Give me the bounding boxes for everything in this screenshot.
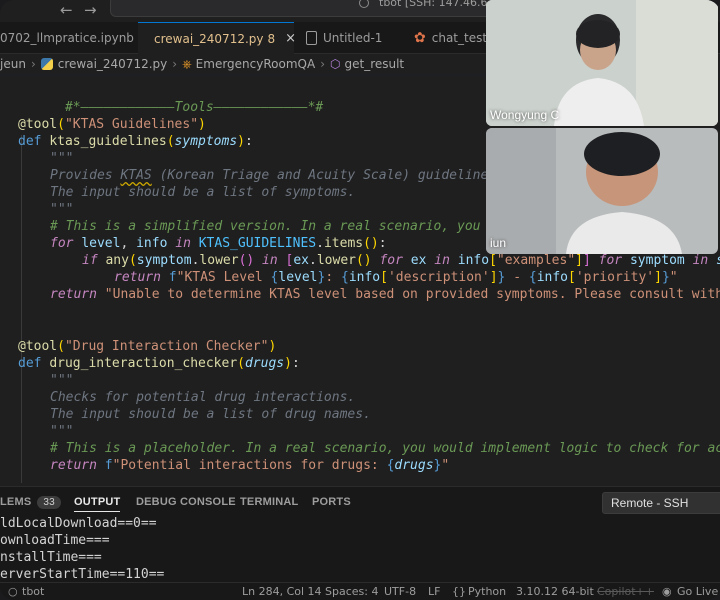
output-line: ldLocalDownload==0== bbox=[0, 516, 157, 531]
bottom-panel: LEMS 33 OUTPUT DEBUG CONSOLE TERMINAL POR… bbox=[0, 486, 720, 582]
output-line: ownloadTime=== bbox=[0, 533, 110, 548]
status-copilot[interactable]: Copilot++ bbox=[597, 585, 654, 598]
tab-label: crewai_240712.py bbox=[154, 31, 264, 46]
code-line: # This is a simplified version. In a rea… bbox=[50, 219, 497, 234]
code-line: The input should be a list of symptoms. bbox=[50, 185, 356, 200]
problems-count: 8 bbox=[267, 31, 276, 46]
forward-arrow-icon[interactable]: → bbox=[84, 1, 97, 19]
status-go-live[interactable]: Go Live bbox=[677, 585, 718, 598]
breadcrumb-folder[interactable]: jeun bbox=[0, 57, 26, 71]
breadcrumb-file[interactable]: crewai_240712.py bbox=[58, 57, 168, 71]
tab-label: Untitled-1 bbox=[323, 31, 383, 45]
tab-terminal[interactable]: TERMINAL bbox=[240, 496, 298, 508]
vscode-window: ← → tbot [SSH: 147.46.62.42:53022] 0702_… bbox=[0, 0, 720, 600]
status-encoding[interactable]: UTF-8 bbox=[384, 585, 416, 598]
command-center-search[interactable]: tbot [SSH: 147.46.62.42:53022] bbox=[110, 0, 555, 17]
output-channel-select[interactable]: Remote - SSH bbox=[602, 492, 720, 514]
code-line: return "Unable to determine KTAS level b… bbox=[50, 287, 720, 302]
breadcrumb-method[interactable]: get_result bbox=[344, 57, 404, 71]
code-line: @tool("KTAS Guidelines") bbox=[18, 117, 206, 132]
jupyter-icon: ✿ bbox=[414, 30, 426, 46]
remote-indicator-icon[interactable]: ○ bbox=[8, 585, 18, 598]
output-line: erverStartTime==110== bbox=[0, 567, 165, 582]
code-line: """ bbox=[50, 373, 74, 388]
class-symbol-icon: ⎈ bbox=[182, 56, 192, 71]
status-eol[interactable]: LF bbox=[428, 585, 440, 598]
problems-badge: 33 bbox=[37, 496, 61, 509]
braces-icon: {} bbox=[452, 585, 466, 598]
tab-output[interactable]: OUTPUT bbox=[74, 496, 121, 512]
output-line: nstallTime=== bbox=[0, 550, 102, 565]
video-tile-2[interactable]: iun bbox=[486, 128, 718, 254]
status-language[interactable]: Python bbox=[468, 585, 506, 598]
video-tile-1[interactable]: Wongyung C bbox=[486, 0, 718, 126]
code-line: """ bbox=[50, 424, 74, 439]
python-file-icon bbox=[40, 58, 53, 70]
code-line: #*————————————Tools————————————*# bbox=[64, 100, 324, 115]
tab-crewai[interactable]: crewai_240712.py 8 × bbox=[138, 22, 296, 54]
participant-name: iun bbox=[490, 236, 507, 250]
participant-video-2 bbox=[486, 128, 718, 254]
code-line: # This is a placeholder. In a real scena… bbox=[50, 441, 720, 456]
code-line: Checks for potential drug interactions. bbox=[50, 390, 356, 405]
tab-debug-console[interactable]: DEBUG CONSOLE bbox=[136, 496, 236, 508]
chevron-right-icon: › bbox=[30, 57, 36, 71]
tab-label: 0702_llmpratice.ipynb bbox=[0, 31, 134, 45]
status-indentation[interactable]: Spaces: 4 bbox=[325, 585, 378, 598]
back-arrow-icon[interactable]: ← bbox=[60, 1, 73, 19]
code-line: def ktas_guidelines(symptoms): bbox=[18, 134, 253, 149]
tab-ports[interactable]: PORTS bbox=[312, 496, 351, 508]
status-workspace[interactable]: tbot bbox=[22, 585, 44, 598]
code-line: return f"Potential interactions for drug… bbox=[50, 458, 450, 473]
search-icon bbox=[359, 0, 369, 8]
indent-guide bbox=[21, 373, 22, 483]
status-interpreter[interactable]: 3.10.12 64-bit bbox=[516, 585, 594, 598]
tab-label: chat_test.i bbox=[431, 31, 495, 45]
code-line: """ bbox=[50, 202, 74, 217]
close-icon[interactable]: × bbox=[285, 31, 296, 46]
tab-notebook[interactable]: 0702_llmpratice.ipynb bbox=[0, 22, 138, 54]
code-line: if any(symptom.lower() in [ex.lower() fo… bbox=[82, 253, 720, 268]
breadcrumb-class[interactable]: EmergencyRoomQA bbox=[196, 57, 316, 71]
code-line: """ bbox=[50, 151, 74, 166]
status-cursor-position[interactable]: Ln 284, Col 14 bbox=[242, 585, 322, 598]
broadcast-icon: ◉ bbox=[662, 585, 672, 598]
code-line: return f"KTAS Level {level}: {info['desc… bbox=[114, 270, 678, 285]
chevron-right-icon: › bbox=[320, 57, 325, 71]
code-line: Provides KTAS (Korean Triage and Acuity … bbox=[50, 168, 497, 183]
code-line: def drug_interaction_checker(drugs): bbox=[18, 356, 300, 371]
tab-untitled[interactable]: Untitled-1 bbox=[296, 22, 406, 54]
participant-name: Wongyung C bbox=[490, 108, 560, 122]
code-line: @tool("Drug Interaction Checker") bbox=[18, 339, 277, 354]
code-line: The input should be a list of drug names… bbox=[50, 407, 371, 422]
tab-chat-test[interactable]: ✿ chat_test.i bbox=[406, 22, 496, 54]
chevron-right-icon: › bbox=[172, 57, 178, 71]
tab-problems[interactable]: LEMS 33 bbox=[0, 496, 61, 509]
file-icon bbox=[306, 31, 317, 45]
code-line: for level, info in KTAS_GUIDELINES.items… bbox=[50, 236, 387, 251]
status-bar: ○ tbot Ln 284, Col 14 Spaces: 4 UTF-8 LF… bbox=[0, 582, 720, 600]
method-symbol-icon: ⬡ bbox=[330, 57, 341, 71]
panel-tabs: LEMS 33 OUTPUT DEBUG CONSOLE TERMINAL POR… bbox=[0, 487, 720, 517]
